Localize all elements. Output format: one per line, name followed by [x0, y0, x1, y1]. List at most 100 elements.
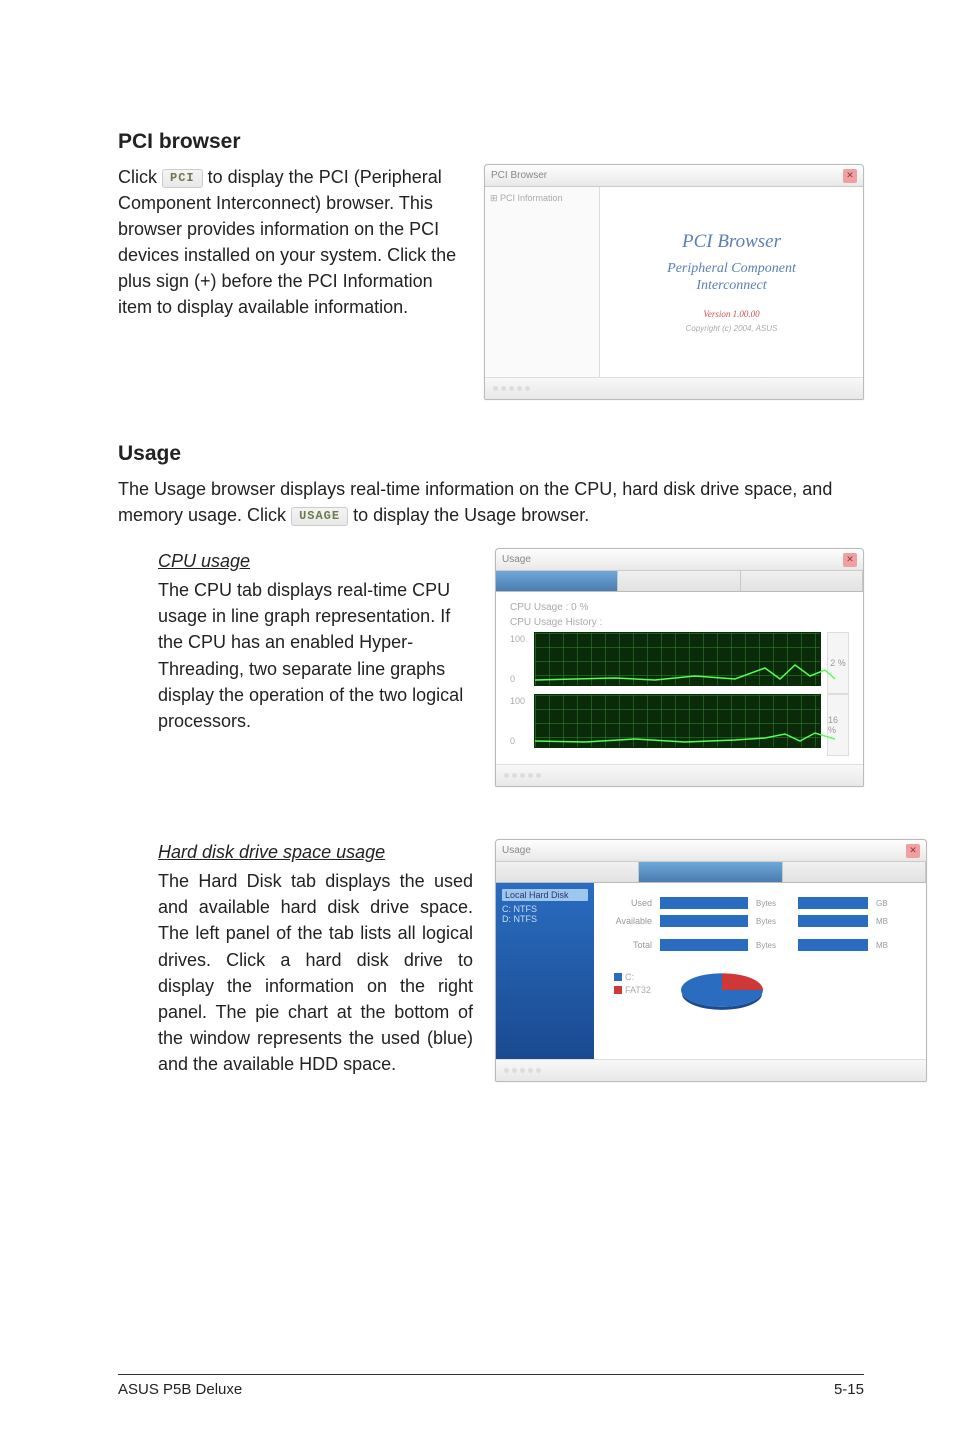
cpu-graph-row-2: 100 0 16 % — [510, 694, 849, 756]
pci-screenshot-col: PCI Browser ✕ ⊞ PCI Information PCI Brow… — [484, 164, 864, 400]
hdd-label: Used — [610, 898, 652, 908]
scale-top: 100 — [510, 696, 528, 706]
pci-window-body: ⊞ PCI Information PCI Browser Peripheral… — [485, 187, 863, 377]
tab-cpu[interactable] — [496, 571, 618, 591]
hdd-unit2: GB — [876, 899, 910, 908]
cpu-window-footer — [496, 764, 863, 786]
pci-subtitle-l1: Peripheral Component — [667, 261, 796, 276]
legend-text: C: — [625, 972, 634, 982]
hdd-main-panel: Used Bytes GB Available Bytes MB — [594, 883, 926, 1059]
hdd-row-avail: Available Bytes MB — [610, 915, 910, 927]
hdd-row-used: Used Bytes GB — [610, 897, 910, 909]
hdd-bar2 — [798, 939, 868, 951]
cpu-graph-1 — [534, 632, 821, 686]
hdd-bar2 — [798, 897, 868, 909]
cpu-usage-imgcol: Usage ✕ CPU Usage : 0 % CPU Usage Histor… — [495, 548, 864, 787]
pci-text-after: to display the PCI (Peripheral Component… — [118, 167, 456, 317]
hdd-label: Available — [610, 916, 652, 926]
hdd-tree-item[interactable]: C: NTFS — [502, 904, 588, 914]
pci-button-icon: PCI — [162, 169, 203, 188]
cpu-usage-textcol: CPU usage The CPU tab displays real-time… — [158, 548, 473, 734]
pci-window-footer — [485, 377, 863, 399]
cpu-history-label: CPU Usage History : — [510, 617, 849, 628]
pci-heading: PCI browser — [118, 130, 864, 154]
hdd-window-titlebar: Usage ✕ — [496, 840, 926, 862]
scale-top: 100 — [510, 634, 528, 644]
pci-main-title: PCI Browser — [682, 231, 781, 253]
cpu-usage-text: The CPU tab displays real-time CPU usage… — [158, 580, 463, 730]
usage-text-after: to display the Usage browser. — [353, 505, 589, 525]
hdd-unit: Bytes — [756, 941, 790, 950]
cpu-graph-row-1: 100 0 2 % — [510, 632, 849, 694]
pci-tree-label: PCI Information — [500, 193, 563, 203]
pie-chart-icon — [681, 973, 763, 1006]
hdd-tree-item[interactable]: D: NTFS — [502, 914, 588, 924]
pci-main-panel: PCI Browser Peripheral Component Interco… — [600, 187, 863, 377]
cpu-trace-1 — [535, 662, 835, 682]
tab-cpu[interactable] — [496, 862, 639, 882]
footer-left: ASUS P5B Deluxe — [118, 1381, 242, 1398]
pci-copyright: Copyright (c) 2004, ASUS — [686, 324, 778, 333]
cpu-usage-block: CPU usage The CPU tab displays real-time… — [118, 548, 864, 787]
hdd-bar — [660, 939, 748, 951]
page-content: PCI browser Click PCI to display the PCI… — [0, 0, 954, 1082]
usage-heading: Usage — [118, 442, 864, 466]
cpu-screenshot: Usage ✕ CPU Usage : 0 % CPU Usage Histor… — [495, 548, 864, 787]
hdd-unit2: MB — [876, 917, 910, 926]
pci-version: Version 1.00.00 — [703, 309, 759, 319]
hdd-unit2: MB — [876, 941, 910, 950]
hdd-usage-textcol: Hard disk drive space usage The Hard Dis… — [158, 839, 473, 1077]
cpu-window-titlebar: Usage ✕ — [496, 549, 863, 571]
hdd-unit: Bytes — [756, 917, 790, 926]
usage-tabs — [496, 862, 926, 883]
hdd-bar — [660, 897, 748, 909]
hdd-bar2 — [798, 915, 868, 927]
cpu-body: CPU Usage : 0 % CPU Usage History : 100 … — [496, 592, 863, 764]
page-footer: ASUS P5B Deluxe 5-15 — [118, 1374, 864, 1398]
hdd-legend: C: FAT32 — [614, 972, 651, 995]
cpu-scale: 100 0 — [510, 632, 528, 694]
pci-screenshot: PCI Browser ✕ ⊞ PCI Information PCI Brow… — [484, 164, 864, 400]
cpu-trace-2 — [535, 724, 835, 744]
hdd-bar — [660, 915, 748, 927]
tab-hdd[interactable] — [618, 571, 740, 591]
close-icon[interactable]: ✕ — [906, 844, 920, 858]
scale-bot: 0 — [510, 674, 528, 684]
tab-memory[interactable] — [741, 571, 863, 591]
legend-item: FAT32 — [614, 985, 651, 995]
pci-subtitle: Peripheral Component Interconnect — [667, 261, 796, 295]
hdd-usage-text: The Hard Disk tab displays the used and … — [158, 871, 473, 1074]
legend-item: C: — [614, 972, 651, 982]
pci-text: Click PCI to display the PCI (Peripheral… — [118, 164, 466, 321]
hdd-usage-imgcol: Usage ✕ Local Hard Disk C: NTFS D: NTFS — [495, 839, 927, 1082]
hdd-tree-header: Local Hard Disk — [502, 889, 588, 901]
close-icon[interactable]: ✕ — [843, 553, 857, 567]
cpu-graph-2 — [534, 694, 821, 748]
hdd-usage-block: Hard disk drive space usage The Hard Dis… — [118, 839, 864, 1082]
cpu-scale: 100 0 — [510, 694, 528, 756]
scale-bot: 0 — [510, 736, 528, 746]
usage-button-icon: USAGE — [291, 507, 348, 526]
close-icon[interactable]: ✕ — [843, 169, 857, 183]
hdd-window-title: Usage — [502, 845, 531, 856]
legend-text: FAT32 — [625, 985, 651, 995]
tab-hdd[interactable] — [639, 862, 782, 882]
pci-subtitle-l2: Interconnect — [696, 278, 766, 293]
hdd-window-footer — [496, 1059, 926, 1081]
hdd-tree-panel[interactable]: Local Hard Disk C: NTFS D: NTFS — [496, 883, 594, 1059]
hdd-label: Total — [610, 940, 652, 950]
hdd-body: Local Hard Disk C: NTFS D: NTFS Used Byt… — [496, 883, 926, 1059]
tab-memory[interactable] — [783, 862, 926, 882]
footer-right: 5-15 — [834, 1381, 864, 1398]
pci-window-title: PCI Browser — [491, 170, 547, 181]
cpu-usage-value: CPU Usage : 0 % — [510, 602, 849, 613]
cpu-window-title: Usage — [502, 554, 531, 565]
hdd-unit: Bytes — [756, 899, 790, 908]
cpu-usage-subheading: CPU usage — [158, 548, 473, 574]
usage-intro: The Usage browser displays real-time inf… — [118, 476, 864, 528]
usage-tabs — [496, 571, 863, 592]
pci-window-titlebar: PCI Browser ✕ — [485, 165, 863, 187]
hdd-usage-subheading: Hard disk drive space usage — [158, 839, 473, 865]
pci-text-before: Click — [118, 167, 162, 187]
pci-tree-panel[interactable]: ⊞ PCI Information — [485, 187, 600, 377]
